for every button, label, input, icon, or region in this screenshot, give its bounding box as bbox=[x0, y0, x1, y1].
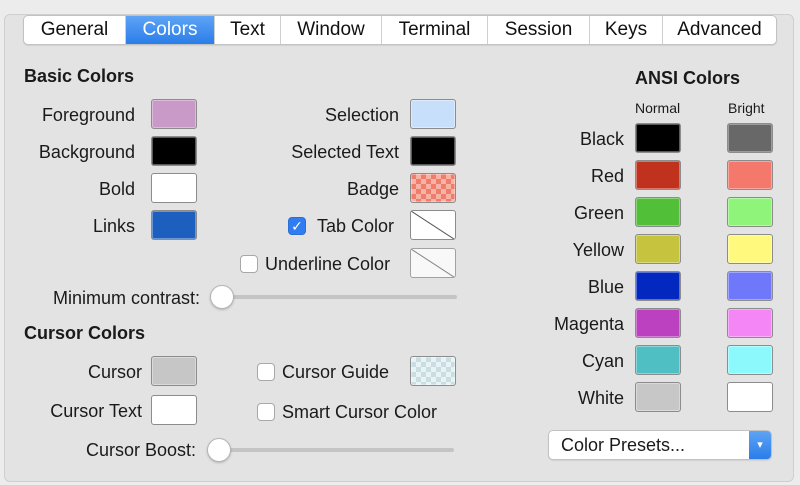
color-presets-popup[interactable]: Color Presets... ▾ bbox=[548, 430, 772, 460]
foreground-swatch[interactable] bbox=[151, 99, 197, 129]
tab-terminal[interactable]: Terminal bbox=[382, 16, 488, 44]
ansi-red-normal-swatch[interactable] bbox=[635, 160, 681, 190]
normal-column-header: Normal bbox=[635, 100, 681, 116]
tab-color-swatch[interactable] bbox=[410, 210, 456, 240]
ansi-black-label: Black bbox=[579, 129, 624, 149]
ansi-green-label: Green bbox=[573, 203, 624, 223]
background-swatch[interactable] bbox=[151, 136, 197, 166]
badge-label: Badge bbox=[346, 179, 399, 199]
cursor-swatch[interactable] bbox=[151, 356, 197, 386]
selected-text-swatch[interactable] bbox=[410, 136, 456, 166]
ansi-black-bright-swatch[interactable] bbox=[727, 123, 773, 153]
ansi-cyan-label: Cyan bbox=[581, 351, 624, 371]
ansi-cyan-bright-swatch[interactable] bbox=[727, 345, 773, 375]
links-label: Links bbox=[92, 216, 135, 236]
bold-label: Bold bbox=[98, 179, 135, 199]
smart-cursor-color-label: Smart Cursor Color bbox=[282, 402, 438, 422]
ansi-blue-label: Blue bbox=[587, 277, 624, 297]
checkmark-icon: ✓ bbox=[291, 218, 303, 234]
tab-advanced[interactable]: Advanced bbox=[663, 16, 776, 44]
ansi-magenta-normal-swatch[interactable] bbox=[635, 308, 681, 338]
selection-swatch[interactable] bbox=[410, 99, 456, 129]
selection-label: Selection bbox=[324, 105, 399, 125]
minimum-contrast-knob[interactable] bbox=[210, 285, 234, 309]
chevron-down-icon: ▾ bbox=[749, 431, 771, 459]
cursor-boost-knob[interactable] bbox=[207, 438, 231, 462]
tab-color-checkbox[interactable]: ✓ bbox=[288, 217, 306, 235]
cursor-guide-checkbox[interactable] bbox=[257, 363, 275, 381]
cursor-label: Cursor bbox=[87, 362, 142, 382]
ansi-colors-heading: ANSI Colors bbox=[635, 68, 741, 88]
ansi-red-bright-swatch[interactable] bbox=[727, 160, 773, 190]
ansi-white-normal-swatch[interactable] bbox=[635, 382, 681, 412]
minimum-contrast-label: Minimum contrast: bbox=[52, 288, 200, 308]
cursor-colors-heading: Cursor Colors bbox=[24, 323, 146, 343]
ansi-black-normal-swatch[interactable] bbox=[635, 123, 681, 153]
ansi-yellow-normal-swatch[interactable] bbox=[635, 234, 681, 264]
tab-session[interactable]: Session bbox=[488, 16, 590, 44]
color-presets-label: Color Presets... bbox=[561, 435, 686, 455]
bright-column-header: Bright bbox=[728, 100, 765, 116]
ansi-red-label: Red bbox=[590, 166, 624, 186]
tab-color-label: Tab Color bbox=[317, 216, 395, 236]
tab-bar: General Colors Text Window Terminal Sess… bbox=[23, 15, 777, 45]
background-label: Background bbox=[38, 142, 135, 162]
basic-colors-heading: Basic Colors bbox=[24, 66, 135, 86]
ansi-green-bright-swatch[interactable] bbox=[727, 197, 773, 227]
smart-cursor-color-checkbox[interactable] bbox=[257, 403, 275, 421]
underline-color-swatch[interactable] bbox=[410, 248, 456, 278]
no-color-icon bbox=[411, 211, 455, 239]
underline-color-label: Underline Color bbox=[265, 254, 391, 274]
foreground-label: Foreground bbox=[41, 105, 135, 125]
tab-keys[interactable]: Keys bbox=[590, 16, 663, 44]
ansi-blue-bright-swatch[interactable] bbox=[727, 271, 773, 301]
cursor-boost-label: Cursor Boost: bbox=[85, 440, 196, 460]
ansi-yellow-bright-swatch[interactable] bbox=[727, 234, 773, 264]
ansi-magenta-bright-swatch[interactable] bbox=[727, 308, 773, 338]
ansi-green-normal-swatch[interactable] bbox=[635, 197, 681, 227]
no-color-icon bbox=[411, 249, 455, 277]
ansi-white-bright-swatch[interactable] bbox=[727, 382, 773, 412]
ansi-white-label: White bbox=[577, 388, 624, 408]
cursor-text-label: Cursor Text bbox=[50, 401, 142, 421]
bold-swatch[interactable] bbox=[151, 173, 197, 203]
cursor-guide-label: Cursor Guide bbox=[282, 362, 390, 382]
ansi-cyan-normal-swatch[interactable] bbox=[635, 345, 681, 375]
cursor-text-swatch[interactable] bbox=[151, 395, 197, 425]
ansi-magenta-label: Magenta bbox=[553, 314, 624, 334]
tab-text[interactable]: Text bbox=[215, 16, 281, 44]
ansi-blue-normal-swatch[interactable] bbox=[635, 271, 681, 301]
cursor-guide-swatch[interactable] bbox=[410, 356, 456, 386]
minimum-contrast-track[interactable] bbox=[215, 295, 457, 299]
links-swatch[interactable] bbox=[151, 210, 197, 240]
underline-color-checkbox[interactable] bbox=[240, 255, 258, 273]
tab-colors[interactable]: Colors bbox=[126, 16, 215, 44]
tab-general[interactable]: General bbox=[24, 16, 126, 44]
ansi-yellow-label: Yellow bbox=[572, 240, 624, 260]
badge-swatch[interactable] bbox=[410, 173, 456, 203]
tab-window[interactable]: Window bbox=[281, 16, 382, 44]
cursor-boost-track[interactable] bbox=[212, 448, 454, 452]
selected-text-label: Selected Text bbox=[291, 142, 399, 162]
